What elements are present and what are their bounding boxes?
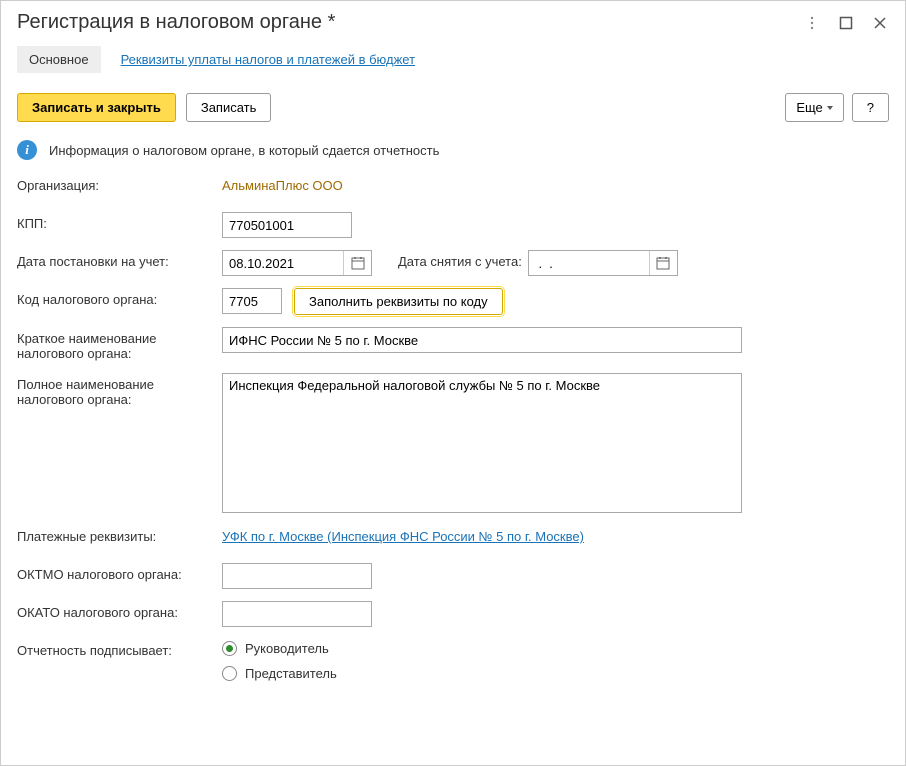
info-icon: i [17, 140, 37, 160]
tab-bar: Основное Реквизиты уплаты налогов и плат… [1, 42, 905, 85]
calendar-icon [656, 256, 670, 270]
label-reg-date: Дата постановки на учет: [17, 250, 222, 269]
kebab-menu-icon[interactable] [803, 14, 821, 32]
label-dereg-date: Дата снятия с учета: [398, 250, 522, 269]
label-payment-req: Платежные реквизиты: [17, 525, 222, 544]
radio-icon [222, 641, 237, 656]
oktmo-input[interactable] [222, 563, 372, 589]
okato-input[interactable] [222, 601, 372, 627]
more-button[interactable]: Еще [785, 93, 843, 122]
label-okato: ОКАТО налогового органа: [17, 601, 222, 620]
reg-date-input[interactable] [223, 251, 343, 275]
tab-requisites[interactable]: Реквизиты уплаты налогов и платежей в бю… [109, 46, 427, 73]
label-oktmo: ОКТМО налогового органа: [17, 563, 222, 582]
radio-head[interactable]: Руководитель [222, 641, 337, 656]
radio-head-label: Руководитель [245, 641, 329, 656]
fill-by-code-button[interactable]: Заполнить реквизиты по коду [294, 288, 503, 315]
dereg-date-input[interactable] [529, 251, 649, 275]
payment-req-link[interactable]: УФК по г. Москве (Инспекция ФНС России №… [222, 525, 584, 544]
window: Регистрация в налоговом органе * Основно… [0, 0, 906, 766]
form: Организация: АльминаПлюс ООО КПП: Дата п… [1, 170, 905, 697]
help-button[interactable]: ? [852, 93, 889, 122]
window-controls [803, 14, 889, 32]
label-kpp: КПП: [17, 212, 222, 231]
label-short-name: Краткое наименование налогового органа: [17, 327, 222, 361]
short-name-input[interactable] [222, 327, 742, 353]
radio-icon [222, 666, 237, 681]
info-text: Информация о налоговом органе, в который… [49, 143, 439, 158]
dereg-date-picker-button[interactable] [649, 251, 677, 275]
window-title: Регистрация в налоговом органе * [17, 11, 803, 34]
chevron-down-icon [827, 106, 833, 110]
save-close-button[interactable]: Записать и закрыть [17, 93, 176, 122]
radio-rep[interactable]: Представитель [222, 666, 337, 681]
close-icon[interactable] [871, 14, 889, 32]
tab-main[interactable]: Основное [17, 46, 101, 73]
dereg-date-field [528, 250, 678, 276]
toolbar: Записать и закрыть Записать Еще ? [1, 85, 905, 130]
label-org: Организация: [17, 174, 222, 193]
tax-code-input[interactable] [222, 288, 282, 314]
kpp-input[interactable] [222, 212, 352, 238]
maximize-icon[interactable] [837, 14, 855, 32]
titlebar: Регистрация в налоговом органе * [1, 1, 905, 42]
more-button-label: Еще [796, 100, 822, 115]
label-signer: Отчетность подписывает: [17, 639, 222, 658]
info-bar: i Информация о налоговом органе, в котор… [1, 130, 905, 170]
signer-radio-group: Руководитель Представитель [222, 639, 337, 681]
radio-rep-label: Представитель [245, 666, 337, 681]
org-value[interactable]: АльминаПлюс ООО [222, 174, 343, 193]
save-button[interactable]: Записать [186, 93, 272, 122]
reg-date-field [222, 250, 372, 276]
label-tax-code: Код налогового органа: [17, 288, 222, 307]
full-name-textarea[interactable]: Инспекция Федеральной налоговой службы №… [222, 373, 742, 513]
reg-date-picker-button[interactable] [343, 251, 371, 275]
calendar-icon [351, 256, 365, 270]
label-full-name: Полное наименование налогового органа: [17, 373, 222, 407]
